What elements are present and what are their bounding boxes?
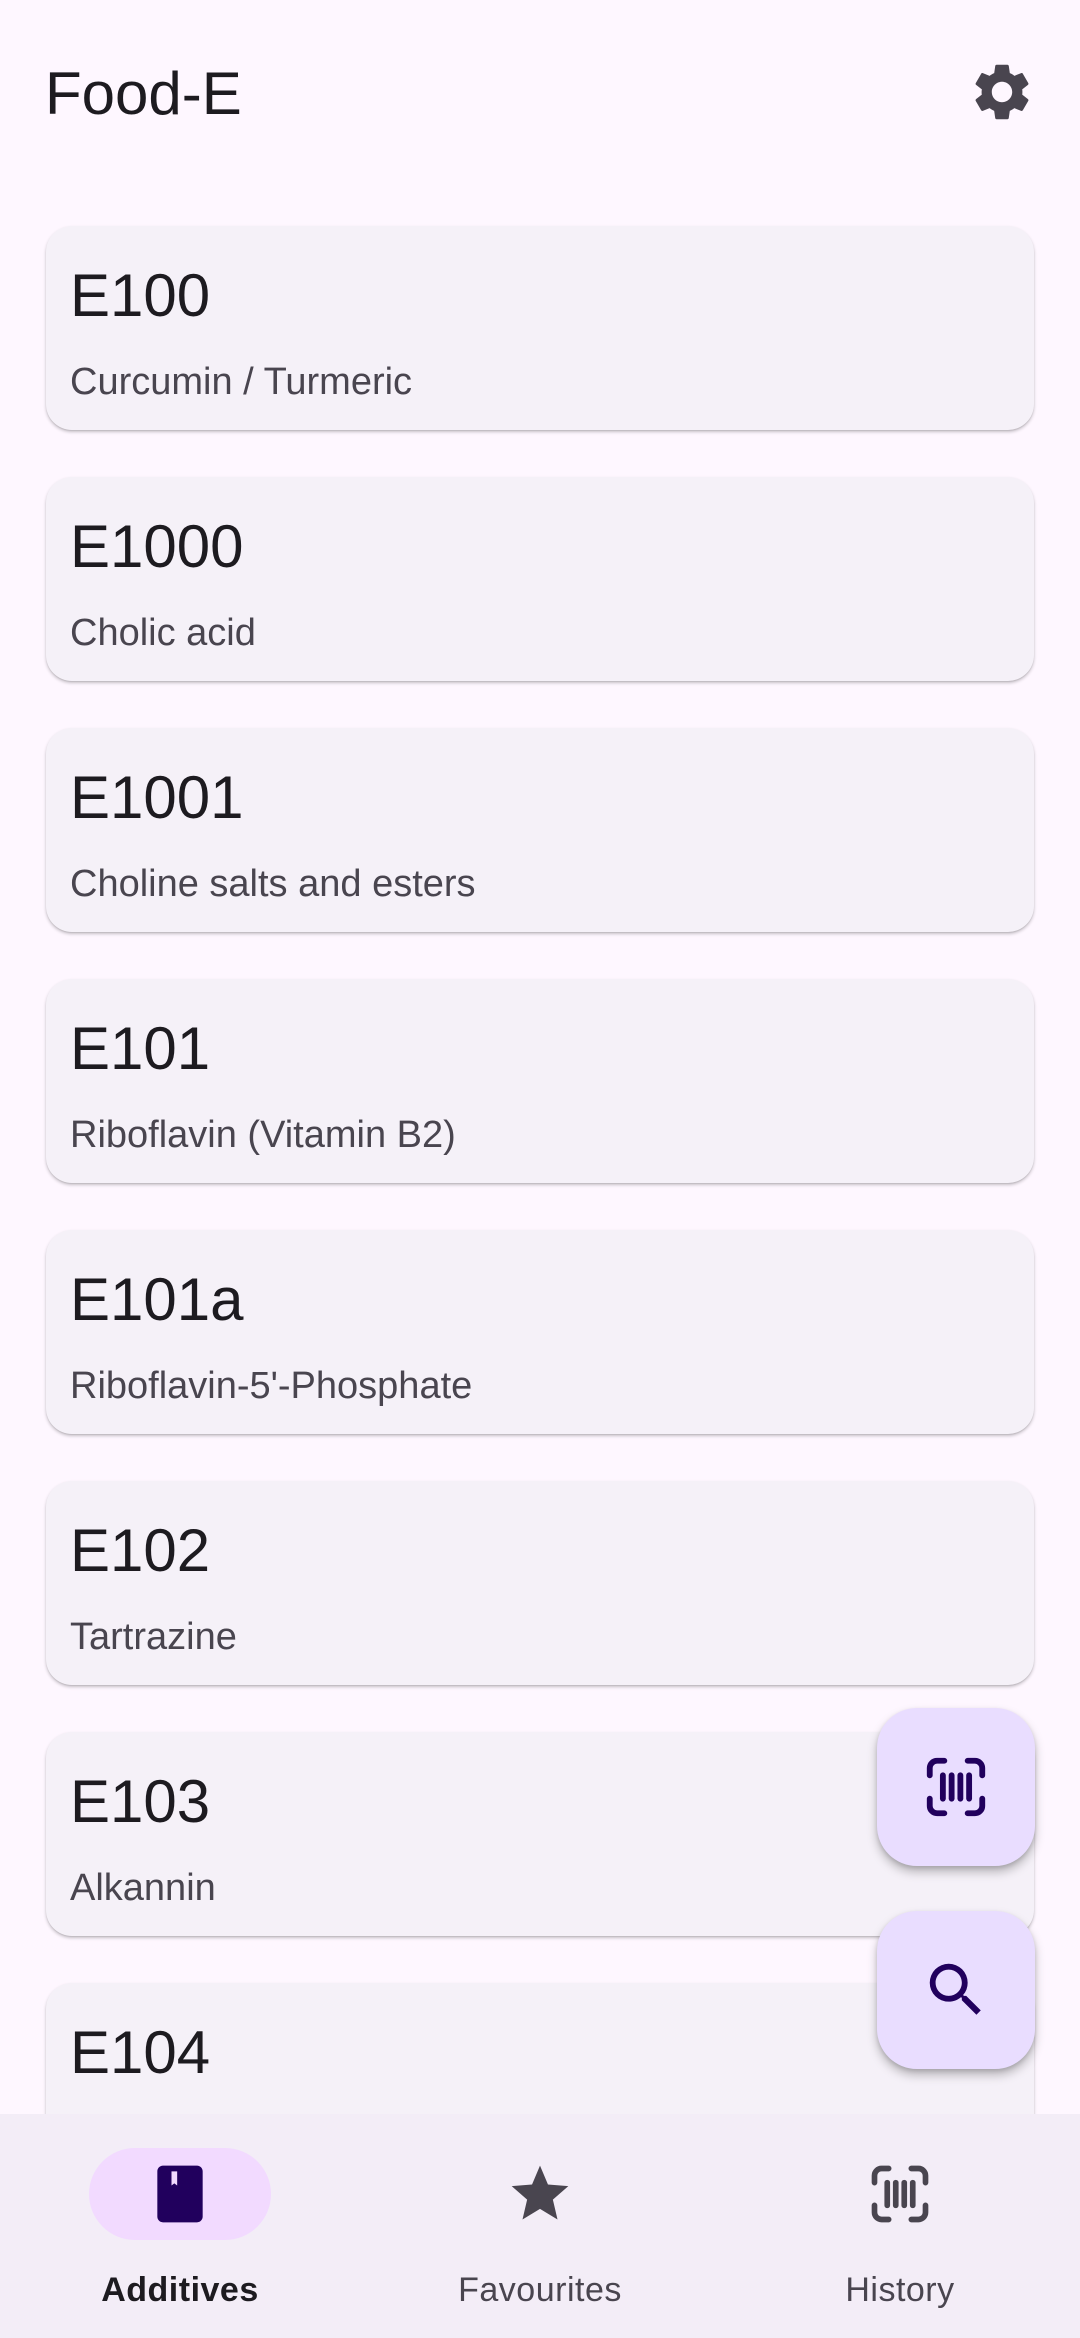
app-title: Food-E <box>45 60 242 127</box>
nav-item-favourites[interactable]: Favourites <box>360 2114 720 2338</box>
additive-code: E100 <box>70 262 211 329</box>
scan-barcode-fab[interactable] <box>877 1708 1035 1866</box>
additive-code: E102 <box>70 1517 211 1584</box>
additive-card[interactable]: E1000 Cholic acid <box>46 477 1034 681</box>
nav-item-history[interactable]: History <box>720 2114 1080 2338</box>
additive-code: E103 <box>70 1768 211 1835</box>
barcode-scan-icon <box>866 2160 934 2228</box>
settings-button[interactable] <box>968 58 1036 126</box>
additive-name: Cholic acid <box>70 612 256 654</box>
additive-card[interactable]: E1001 Choline salts and esters <box>46 728 1034 932</box>
search-fab[interactable] <box>877 1911 1035 2069</box>
additive-name: Choline salts and esters <box>70 863 476 905</box>
book-icon <box>146 2160 214 2228</box>
additive-card[interactable]: E102 Tartrazine <box>46 1481 1034 1685</box>
nav-label: History <box>845 2271 955 2309</box>
additive-code: E101a <box>70 1266 244 1333</box>
bottom-navigation: Additives Favourites History <box>0 2114 1080 2338</box>
additive-name: Tartrazine <box>70 1616 237 1658</box>
additive-name: Curcumin / Turmeric <box>70 361 413 403</box>
top-app-bar: Food-E <box>0 0 1080 180</box>
search-icon <box>929 1963 981 2015</box>
additive-code: E104 <box>70 2019 211 2086</box>
nav-item-additives[interactable]: Additives <box>0 2114 360 2338</box>
additive-name: Riboflavin (Vitamin B2) <box>70 1114 456 1156</box>
additive-name: Alkannin <box>70 1867 216 1909</box>
additive-code: E1001 <box>70 764 244 831</box>
star-icon <box>506 2160 574 2228</box>
additive-card[interactable]: E101a Riboflavin-5'-Phosphate <box>46 1230 1034 1434</box>
additive-name: Riboflavin-5'-Phosphate <box>70 1365 473 1407</box>
additive-card[interactable]: E101 Riboflavin (Vitamin B2) <box>46 979 1034 1183</box>
additive-code: E101 <box>70 1015 211 1082</box>
app-screen: E100 Curcumin / Turmeric E1000 Cholic ac… <box>0 0 1080 2338</box>
additive-code: E1000 <box>70 513 244 580</box>
additive-card[interactable]: E100 Curcumin / Turmeric <box>46 226 1034 430</box>
gear-icon <box>975 64 1029 120</box>
nav-label: Favourites <box>458 2271 622 2309</box>
barcode-scan-icon <box>926 1757 986 1817</box>
nav-label: Additives <box>101 2271 259 2309</box>
